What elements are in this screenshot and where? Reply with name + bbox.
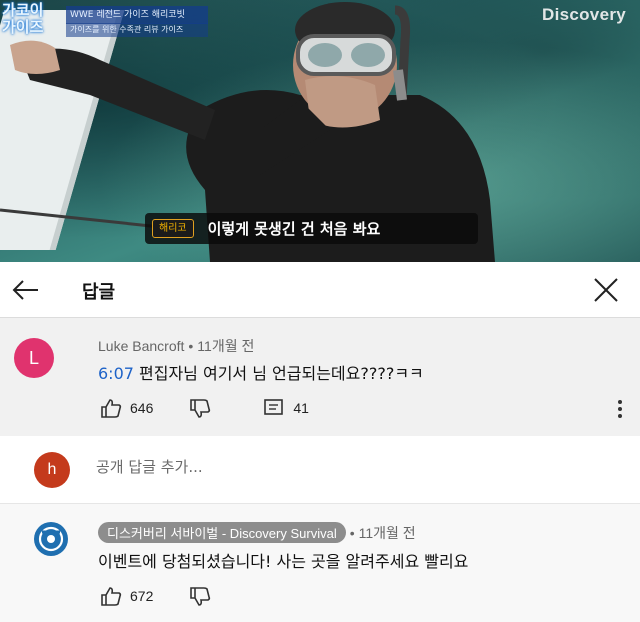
caption-text: 이렇게 못생긴 건 처음 봐요 — [207, 220, 381, 238]
show-subtitle-2: 가이즈를 위한 수족관 리뷰 가이즈 — [66, 23, 208, 37]
reply-count: 41 — [293, 400, 309, 416]
channel-owner-badge[interactable]: 디스커버리 서바이벌 - Discovery Survival — [98, 522, 346, 543]
more-options-button[interactable] — [614, 398, 626, 420]
like-count: 646 — [130, 400, 154, 416]
discovery-logo: Discovery — [542, 5, 626, 24]
thumbs-down-icon[interactable] — [189, 398, 211, 418]
discovery-d-icon — [38, 526, 64, 552]
reply-input[interactable] — [96, 458, 516, 476]
comment-age: 11개월 전 — [358, 525, 416, 541]
comment-body: 편집자님 여기서 님 언급되는데요????ㅋㅋ — [133, 364, 424, 383]
author-name[interactable]: Luke Bancroft — [98, 338, 184, 354]
more-vert-icon — [618, 400, 622, 418]
avatar[interactable]: L — [14, 338, 54, 378]
thumbs-down-icon[interactable] — [189, 586, 211, 606]
thumbs-up-icon[interactable] — [100, 398, 122, 418]
reply-comment: 디스커버리 서바이벌 - Discovery Survival • 11개월 전 이… — [0, 504, 640, 622]
close-icon — [594, 278, 618, 302]
show-subtitle: WWE 레전드 가이즈 해리코빗 — [66, 6, 208, 24]
comment-text: 6:07 편집자님 여기서 님 언급되는데요????ㅋㅋ — [98, 360, 424, 384]
arrow-left-icon — [12, 280, 38, 300]
comment-actions: 646 41 — [100, 398, 309, 418]
comment-meta: Luke Bancroft • 11개월 전 — [98, 338, 255, 354]
page-title: 답글 — [82, 282, 116, 303]
channel-avatar[interactable] — [34, 522, 68, 556]
comment-actions: 672 — [100, 586, 211, 606]
timestamp-link[interactable]: 6:07 — [98, 364, 134, 383]
like-count: 672 — [130, 588, 154, 604]
replies-header: 답글 — [0, 262, 640, 318]
back-button[interactable] — [10, 276, 42, 304]
video-player[interactable]: 가코이 가이즈 WWE 레전드 가이즈 해리코빗 가이즈를 위한 수족관 리뷰 … — [0, 0, 640, 262]
avatar-letter: L — [28, 348, 39, 368]
show-logo: 가코이 가이즈 — [2, 1, 44, 36]
user-avatar: h — [34, 452, 70, 488]
avatar-letter: h — [47, 461, 57, 478]
comment-meta: 디스커버리 서바이벌 - Discovery Survival • 11개월 전 — [98, 522, 416, 543]
parent-comment: L Luke Bancroft • 11개월 전 6:07 편집자님 여기서 님 언… — [0, 318, 640, 436]
comment-text: 이벤트에 당첨되셨습니다! 사는 곳을 알려주세요 빨리요 — [98, 552, 469, 571]
comment-age: 11개월 전 — [197, 338, 255, 354]
close-button[interactable] — [590, 274, 622, 306]
add-reply-row: h — [0, 436, 640, 504]
reply-icon[interactable] — [263, 398, 285, 418]
video-caption: 해리코 이렇게 못생긴 건 처음 봐요 — [145, 213, 478, 244]
thumbs-up-icon[interactable] — [100, 586, 122, 606]
caption-speaker-tag: 해리코 — [152, 219, 194, 238]
